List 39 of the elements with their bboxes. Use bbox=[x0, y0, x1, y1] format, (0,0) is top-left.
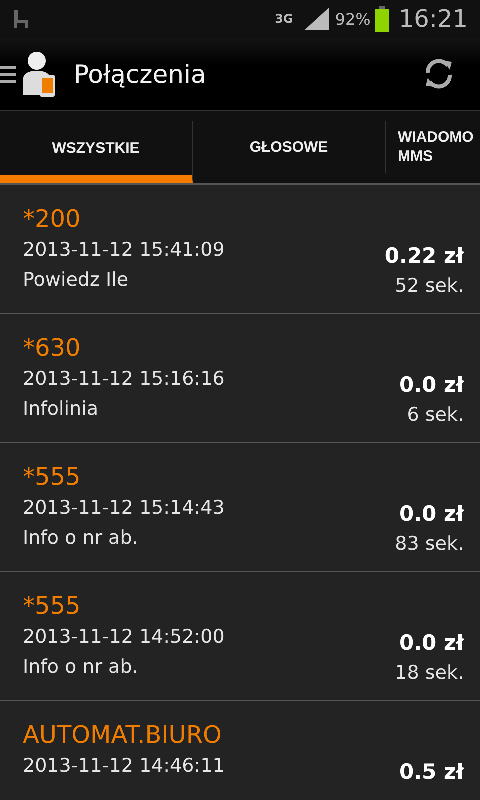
call-row[interactable]: *200 2013-11-12 15:41:09 Powiedz Ile 0.22 zł 52 sek. bbox=[0, 185, 480, 314]
call-row[interactable]: *630 2013-11-12 15:16:16 Infolinia 0.0 zł 6 sek. bbox=[0, 314, 480, 443]
call-duration: 18 sek. bbox=[395, 661, 464, 686]
call-row[interactable]: AUTOMAT.BIURO 2013-11-12 14:46:11 0.5 zł bbox=[0, 701, 480, 800]
call-datetime: 2013-11-12 15:41:09 bbox=[23, 238, 225, 263]
call-cost: 0.0 zł bbox=[399, 501, 464, 528]
tab[interactable]: WIADOMO MMS bbox=[386, 121, 480, 173]
call-description: Powiedz Ile bbox=[23, 268, 130, 293]
clock: 16:21 bbox=[398, 5, 468, 33]
network-type: 3G bbox=[275, 12, 294, 26]
person-phone-icon bbox=[22, 51, 56, 97]
call-cost: 0.5 zł bbox=[399, 759, 464, 786]
menu-icon[interactable] bbox=[0, 64, 16, 84]
phone-number: *555 bbox=[23, 591, 82, 622]
call-row[interactable]: *555 2013-11-12 14:52:00 Info o nr ab. 0.0 zł 18 sek. bbox=[0, 572, 480, 701]
call-datetime: 2013-11-12 14:46:11 bbox=[23, 754, 225, 779]
call-duration: 6 sek. bbox=[407, 403, 464, 428]
screen-title: Połączenia bbox=[74, 60, 208, 88]
call-datetime: 2013-11-12 14:52:00 bbox=[23, 625, 225, 650]
call-description: Infolinia bbox=[23, 397, 100, 422]
phone-number: *200 bbox=[23, 204, 82, 235]
call-row[interactable]: *555 2013-11-12 15:14:43 Info o nr ab. 0.0 zł 83 sek. bbox=[0, 443, 480, 572]
call-cost: 0.0 zł bbox=[399, 372, 464, 399]
call-datetime: 2013-11-12 15:14:43 bbox=[23, 496, 225, 521]
call-datetime: 2013-11-12 15:16:16 bbox=[23, 367, 225, 392]
call-duration: 52 sek. bbox=[395, 274, 464, 299]
signal-icon bbox=[303, 8, 332, 30]
battery-icon bbox=[374, 6, 389, 32]
call-description: Info o nr ab. bbox=[23, 655, 140, 680]
call-cost: 0.0 zł bbox=[399, 630, 464, 657]
call-duration: 83 sek. bbox=[395, 532, 464, 557]
battery-percent: 92% bbox=[335, 10, 371, 28]
phone-number: AUTOMAT.BIURO bbox=[23, 720, 223, 751]
tab[interactable]: WSZYSTKIE bbox=[0, 121, 193, 183]
phone-number: *630 bbox=[23, 333, 82, 364]
phone-number: *555 bbox=[23, 462, 82, 493]
tab[interactable]: GŁOSOWE bbox=[193, 121, 386, 173]
call-description: Info o nr ab. bbox=[23, 526, 140, 551]
call-cost: 0.22 zł bbox=[384, 243, 464, 270]
